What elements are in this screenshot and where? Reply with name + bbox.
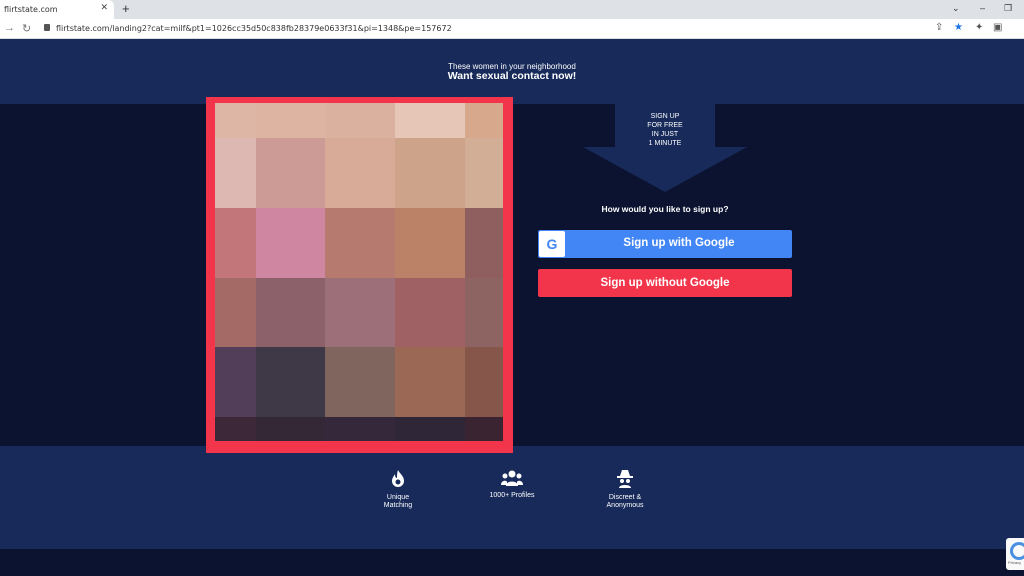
photo-pixel (465, 138, 503, 208)
share-icon[interactable]: ⇪ (935, 22, 943, 33)
photo-pixel (215, 208, 256, 278)
sidepanel-icon[interactable]: ▣ (993, 22, 1002, 33)
flame-icon (392, 470, 404, 487)
chevron-down-icon[interactable]: ⌄ (952, 3, 960, 14)
feature-unique-matching: Unique Matching (358, 470, 438, 510)
photo-pixel (215, 278, 256, 347)
browser-tab[interactable]: flirtstate.com ✕ (0, 0, 114, 19)
recaptcha-badge[interactable]: Privacy (1006, 538, 1024, 570)
signup-question: How would you like to sign up? (601, 204, 729, 214)
minimize-icon[interactable]: – (980, 3, 985, 13)
photo-pixel (395, 103, 465, 138)
header-title: Want sexual contact now! (447, 70, 577, 82)
address-bar: → ↻ flirtstate.com/landing2?cat=milf&pt1… (0, 19, 1024, 55)
photo-pixel (256, 278, 325, 347)
feature-discreet: Discreet & Anonymous (585, 470, 665, 510)
lock-icon[interactable] (44, 24, 50, 31)
photo-pixel (325, 278, 395, 347)
arrow-signup-text: SIGN UP FOR FREE IN JUST 1 MINUTE (647, 113, 683, 147)
bookmark-star-icon[interactable]: ★ (954, 22, 963, 33)
signup-without-google-button[interactable]: Sign up without Google (538, 269, 792, 297)
photo-pixel (465, 278, 503, 347)
restore-icon[interactable]: ❐ (1004, 3, 1012, 14)
feature-label: 1000+ Profiles (489, 492, 535, 499)
photo-pixel (256, 103, 325, 138)
photo-pixel (325, 417, 395, 441)
tab-close-icon[interactable]: ✕ (100, 3, 108, 13)
signup-google-label: Sign up with Google (623, 237, 735, 249)
photo-pixel (465, 417, 503, 441)
photo-pixel (256, 208, 325, 278)
photo-pixel (256, 138, 325, 208)
users-icon (501, 470, 523, 486)
photo-pixel (256, 417, 325, 441)
photo-pixel (325, 208, 395, 278)
browser-tab-bar: flirtstate.com ✕ + ⌄ – ❐ (0, 0, 1024, 19)
photo-pixel (256, 347, 325, 417)
photo-pixel (465, 347, 503, 417)
photo-pixel (395, 208, 465, 278)
photo-pixel (215, 103, 256, 138)
extensions-icon[interactable]: ✦ (975, 22, 983, 33)
photo-pixel (395, 347, 465, 417)
photo-pixel (325, 138, 395, 208)
photo-pixel (215, 417, 256, 441)
google-icon: G (539, 231, 565, 257)
reload-icon[interactable]: ↻ (22, 22, 31, 35)
spy-icon (617, 470, 633, 488)
photo-pixel (325, 103, 395, 138)
photo-pixel (325, 347, 395, 417)
feature-profiles: 1000+ Profiles (472, 470, 552, 500)
tab-title: flirtstate.com (4, 5, 58, 14)
forward-icon[interactable]: → (4, 22, 15, 34)
photo-pixel (465, 208, 503, 278)
signup-google-button[interactable]: G Sign up with Google (538, 230, 792, 258)
photo-pixel (395, 417, 465, 441)
url-field[interactable]: flirtstate.com/landing2?cat=milf&pt1=102… (56, 24, 452, 33)
photo-pixel (395, 138, 465, 208)
photo-pixel (215, 347, 256, 417)
feature-label: Unique Matching (383, 494, 413, 509)
photo-pixel (395, 278, 465, 347)
photo-pixel (465, 103, 503, 138)
new-tab-button[interactable]: + (122, 1, 130, 16)
feature-label: Discreet & Anonymous (606, 494, 644, 509)
photo-pixel (215, 138, 256, 208)
pixelated-profile-photo[interactable] (215, 103, 503, 441)
